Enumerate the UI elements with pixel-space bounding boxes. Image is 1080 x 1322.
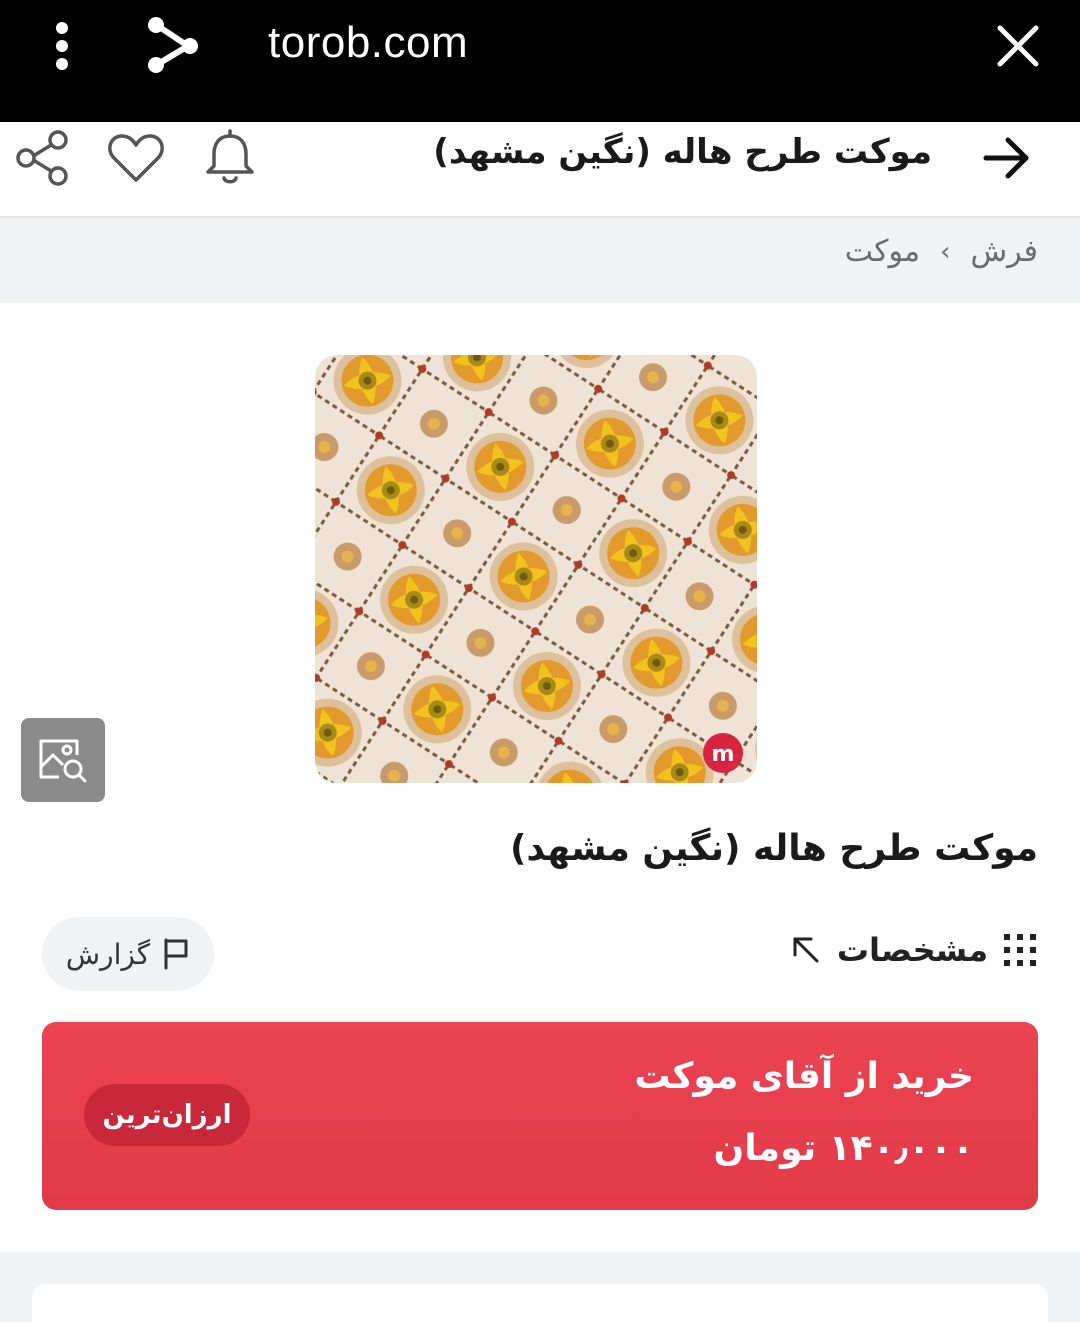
share-icon[interactable] [10, 126, 74, 190]
product-card: m موکت طرح هاله (نگین مشهد) مشخصات گزارش… [0, 303, 1080, 1252]
breadcrumb: فرش › موکت [845, 234, 1038, 269]
product-image[interactable]: m [315, 355, 757, 783]
image-search-icon [39, 739, 87, 783]
breadcrumb-item[interactable]: فرش [970, 234, 1038, 269]
store-label: خرید از آقای موکت [634, 1056, 974, 1097]
breadcrumb-item[interactable]: موکت [845, 234, 920, 269]
share-nodes-icon[interactable] [140, 14, 204, 78]
report-button[interactable]: گزارش [42, 917, 214, 991]
back-arrow-icon[interactable] [974, 126, 1038, 190]
buy-offer-button[interactable]: خرید از آقای موکت ۱۴۰٫۰۰۰ تومان ارزان‌تر… [42, 1022, 1038, 1210]
flag-icon [164, 938, 188, 970]
report-label: گزارش [65, 937, 151, 971]
arrow-up-left-icon [793, 937, 819, 963]
cheapest-badge: ارزان‌ترین [84, 1084, 250, 1146]
heart-icon[interactable] [104, 126, 168, 190]
image-search-button[interactable] [21, 718, 105, 802]
browser-toolbar: torob.com [0, 0, 1080, 122]
price-label: ۱۴۰٫۰۰۰ تومان [713, 1128, 974, 1169]
breadcrumb-separator: › [940, 236, 951, 267]
app-header: موکت طرح هاله (نگین مشهد) [0, 122, 1080, 218]
page-title: موکت طرح هاله (نگین مشهد) [433, 132, 932, 172]
grid-dots-icon [1004, 934, 1036, 966]
carpet-pattern-image: m [315, 355, 757, 783]
next-section-card [32, 1284, 1048, 1322]
specs-link[interactable]: مشخصات [789, 931, 1038, 969]
svg-text:m: m [712, 742, 735, 767]
breadcrumb-bar: فرش › موکت [0, 218, 1080, 303]
product-title: موکت طرح هاله (نگین مشهد) [509, 828, 1038, 869]
specs-label: مشخصات [836, 931, 988, 969]
bell-icon[interactable] [198, 126, 262, 190]
close-icon[interactable] [994, 22, 1042, 70]
url-text[interactable]: torob.com [268, 18, 468, 68]
more-vertical-icon[interactable] [40, 20, 84, 72]
